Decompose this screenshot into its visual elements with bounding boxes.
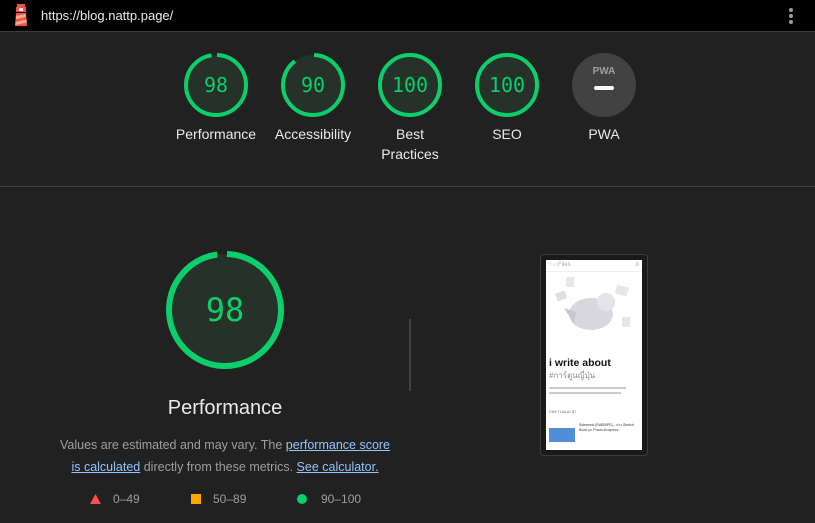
gauge-label-line2: Practices [381,146,439,162]
score-ring: 98 [184,52,248,117]
gauge-label: SEO [492,126,522,142]
main-score-value: 98 [206,291,245,329]
gauge-accessibility[interactable]: 90 Accessibility [263,52,363,144]
score-value: 100 [489,73,525,97]
gauge-label-line1: Best [395,126,424,142]
legend-pass: 90–100 [297,492,361,506]
gauge-label: Best Practices [360,124,460,164]
pwa-badge-icon: PWA [572,53,636,117]
screenshot-section: บทความแนะนำ [549,409,577,414]
gauge-performance[interactable]: 98 Performance [166,52,266,144]
vertical-divider [409,319,411,391]
score-ring: 90 [281,52,345,117]
screenshot-page: natFiles ≡ i write about #การ์ตูนญี่ปุ่น… [546,260,642,450]
screenshot-hashtag: #การ์ตูนญี่ปุ่น [549,371,596,380]
main-score-gauge: 98 [166,251,284,369]
gauge-label: Performance [175,126,257,142]
triangle-icon [90,494,101,504]
gauge-best-practices[interactable]: 100 Best Practices [360,52,460,164]
score-ring: 100 [475,52,539,117]
gauge-label: PWA [588,126,620,142]
section-divider [0,186,815,187]
final-screenshot[interactable]: natFiles ≡ i write about #การ์ตูนญี่ปุ่น… [540,254,648,456]
score-value: 98 [204,73,228,97]
gauge-pwa[interactable]: PWA PWA [554,52,654,144]
screenshot-thumb [549,428,575,442]
svg-text:PWA: PWA [593,66,616,77]
score-value: 90 [301,73,325,97]
score-ring: 100 [378,52,442,117]
performance-title: Performance [167,397,283,419]
lighthouse-icon [15,4,27,26]
screenshot-header: natFiles ≡ [546,260,642,272]
screenshot-post-title: Sideworld [RABBIPS] – ผ่าง Sketch Book แ… [579,423,634,432]
square-icon [191,494,201,504]
screenshot-illustration [554,277,630,330]
report-url[interactable]: https://blog.nattp.page/ [41,8,173,23]
gauge-label: Accessibility [274,126,352,142]
gauge-seo[interactable]: 100 SEO [457,52,557,144]
report-topbar: https://blog.nattp.page/ [0,0,815,32]
legend-average: 50–89 [191,492,246,506]
circle-icon [297,494,307,504]
performance-description: Values are estimated and may vary. The p… [59,438,391,474]
legend-fail: 0–49 [90,492,140,506]
see-calculator-link[interactable]: See calculator. [297,460,379,474]
screenshot-headline: i write about [549,357,611,369]
score-value: 100 [392,73,428,97]
more-vert-icon[interactable] [785,7,797,25]
